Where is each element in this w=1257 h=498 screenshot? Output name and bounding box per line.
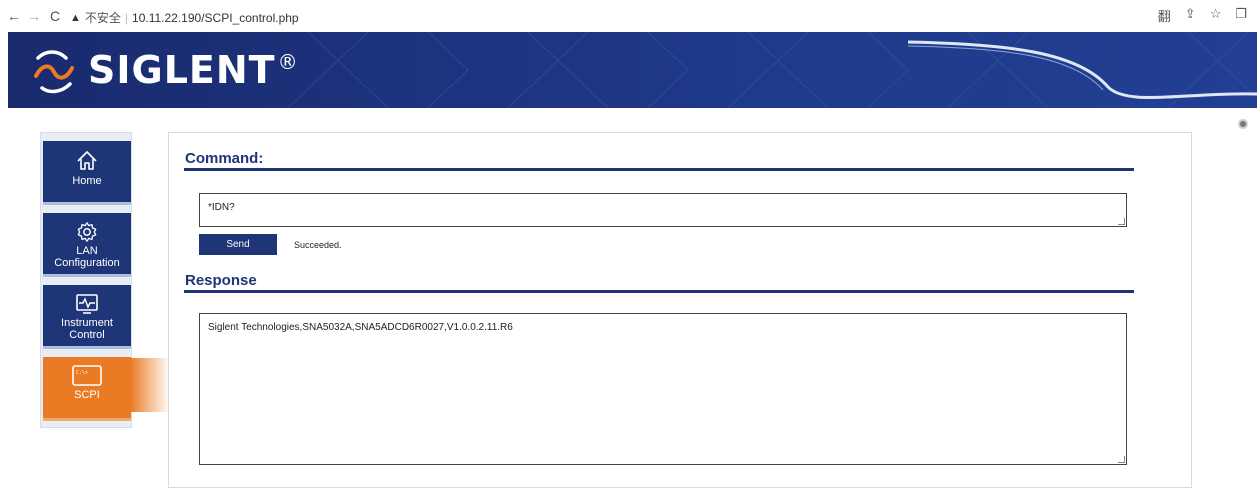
sidebar-item-label: Home (72, 175, 102, 187)
bookmark-star-icon[interactable]: ☆ (1210, 6, 1222, 25)
back-arrow-icon[interactable]: ← (6, 8, 22, 24)
response-title: Response (185, 272, 257, 289)
page-scroll-indicator[interactable] (1238, 119, 1248, 129)
side-panel-icon[interactable]: ❐ (1235, 6, 1247, 25)
sidebar-item-instrument-control[interactable]: Instrument Control (43, 285, 131, 349)
sidebar-item-lan-configuration[interactable]: LAN Configuration (43, 213, 131, 277)
siglent-logo-icon (34, 50, 74, 94)
response-text: Siglent Technologies,SNA5032A,SNA5ADCD6R… (208, 322, 513, 333)
siglent-logo: SIGLENT ® (30, 42, 299, 98)
sidebar-item-home[interactable]: Home (43, 141, 131, 205)
command-divider (184, 168, 1134, 171)
brand-name: SIGLENT ® (88, 48, 299, 92)
send-button[interactable]: Send (199, 234, 277, 255)
warning-icon[interactable]: ▲ (70, 12, 81, 24)
sidebar-item-scpi[interactable]: C:\> SCPI (43, 357, 131, 421)
insecure-label[interactable]: 不安全 (85, 9, 121, 26)
sidebar-item-label: SCPI (74, 389, 100, 401)
registered-mark: ® (277, 50, 299, 74)
reload-icon[interactable]: C (47, 8, 63, 24)
address-bar[interactable]: ▲ 不安全 | 10.11.22.190/SCPI_control.php (70, 9, 299, 26)
sidebar-item-label: LAN Configuration (54, 245, 120, 269)
scpi-panel: Command: *IDN? Send Succeeded. Response … (168, 132, 1192, 488)
gear-icon (77, 222, 97, 242)
browser-toolbar: ← → C ▲ 不安全 | 10.11.22.190/SCPI_control.… (0, 0, 1257, 32)
share-icon[interactable]: ⇪ (1185, 6, 1196, 25)
response-divider (184, 290, 1134, 293)
terminal-window-icon: C:\> (72, 365, 102, 386)
address-separator: | (124, 10, 129, 25)
active-item-indicator (130, 358, 170, 412)
browser-actions: 翻 ⇪ ☆ ❐ (1158, 6, 1247, 25)
command-text: *IDN? (208, 202, 235, 213)
resize-handle-icon[interactable] (1118, 218, 1125, 225)
svg-text:C:\>: C:\> (76, 370, 88, 376)
command-title: Command: (185, 150, 264, 167)
translate-icon[interactable]: 翻 (1158, 6, 1171, 25)
response-output[interactable]: Siglent Technologies,SNA5032A,SNA5ADCD6R… (199, 313, 1127, 465)
sidebar: Home LAN Configuration Instrument Contro… (40, 132, 132, 428)
status-text: Succeeded. (294, 240, 342, 250)
url-text[interactable]: 10.11.22.190/SCPI_control.php (132, 11, 299, 25)
command-input[interactable]: *IDN? (199, 193, 1127, 227)
sidebar-item-label: Instrument Control (61, 317, 113, 341)
resize-handle-icon[interactable] (1118, 456, 1125, 463)
header-banner: SIGLENT ® (8, 32, 1257, 108)
monitor-waveform-icon (76, 294, 98, 314)
forward-arrow-icon[interactable]: → (26, 8, 42, 24)
home-icon (77, 151, 97, 170)
